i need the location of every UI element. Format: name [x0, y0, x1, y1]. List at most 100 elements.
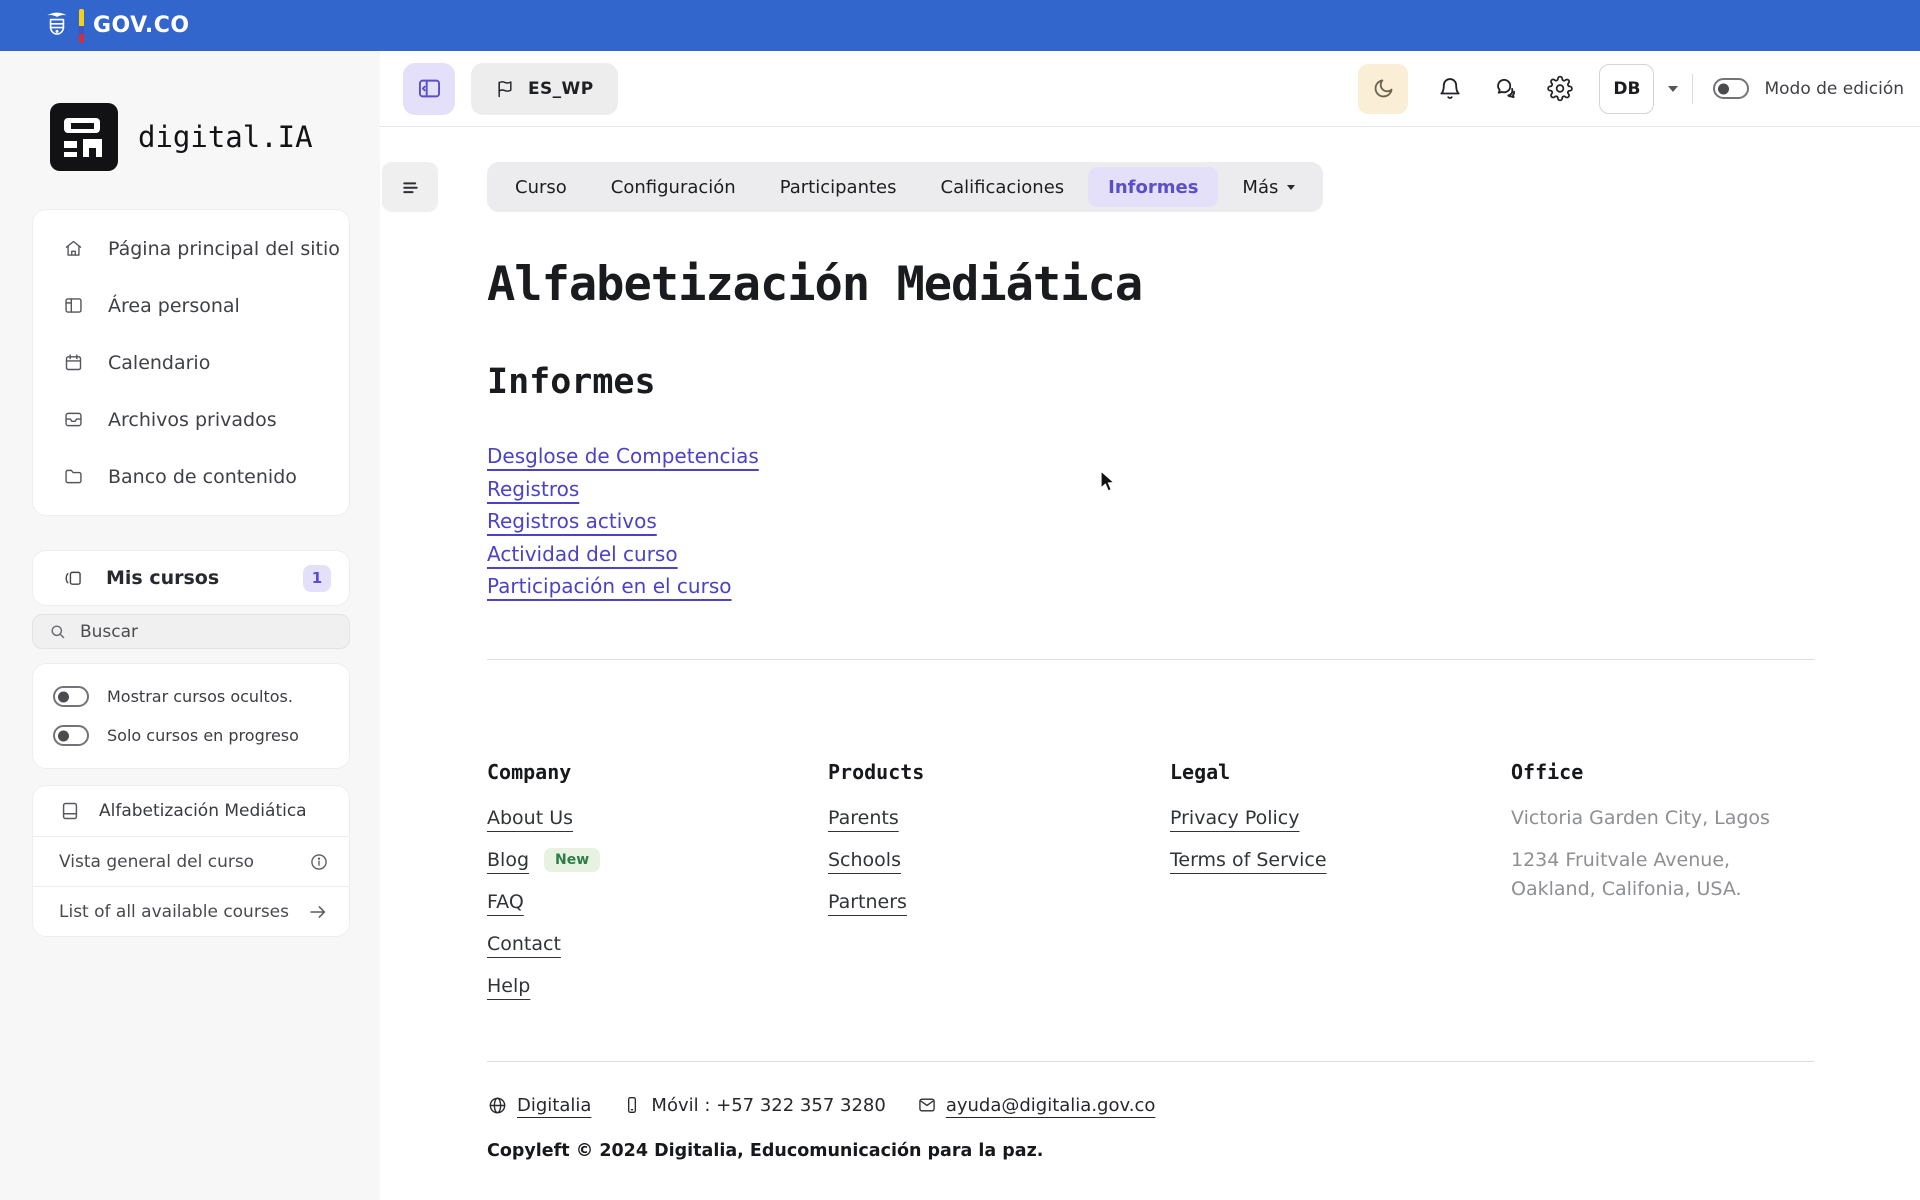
main-area: ES_WP DB Modo de edición Curso Configura…: [380, 51, 1920, 1200]
site-link[interactable]: Digitalia: [517, 1095, 591, 1116]
report-link-actividad[interactable]: Actividad del curso: [487, 538, 678, 571]
tab-mas[interactable]: Más: [1222, 167, 1315, 207]
my-courses-label: Mis cursos: [106, 567, 220, 589]
govco-crest-icon: [47, 12, 67, 35]
footer-divider: [487, 1060, 1814, 1062]
page-title: Alfabetización Mediática: [487, 257, 1143, 312]
course-filters: Mostrar cursos ocultos. Solo cursos en p…: [32, 663, 350, 769]
notifications-button[interactable]: [1437, 76, 1463, 102]
settings-button[interactable]: [1547, 75, 1574, 102]
colombia-flag-bar: [79, 8, 84, 43]
header-divider: [1692, 73, 1694, 104]
report-links: Desglose de Competencias Registros Regis…: [487, 440, 1814, 603]
footer-link-help[interactable]: Help: [487, 975, 530, 997]
footer-link-privacy[interactable]: Privacy Policy: [1170, 807, 1299, 829]
tab-calificaciones[interactable]: Calificaciones: [921, 167, 1085, 207]
footer-column-title: Legal: [1170, 759, 1231, 784]
course-search-input[interactable]: [80, 621, 335, 642]
messages-button[interactable]: [1492, 76, 1518, 102]
all-courses-link[interactable]: List of all available courses: [33, 886, 349, 936]
sidebar-nav: Página principal del sitio Área personal…: [32, 209, 350, 516]
gear-icon: [1547, 75, 1574, 102]
sidebar-item-label: Calendario: [108, 351, 211, 374]
language-button[interactable]: ES_WP: [471, 62, 618, 115]
footer-column-title: Company: [487, 759, 572, 784]
filter-show-hidden: Mostrar cursos ocultos.: [33, 677, 349, 716]
report-link-registros[interactable]: Registros: [487, 473, 579, 506]
course-search[interactable]: [32, 614, 350, 649]
folder-icon: [65, 469, 82, 484]
site-logo-text: digital.IA: [138, 120, 313, 154]
flag-icon: [498, 80, 512, 97]
sidebar-collapse-icon: [418, 79, 440, 98]
chat-icon: [1497, 78, 1516, 98]
sidebar-collapse-button[interactable]: [403, 62, 455, 115]
sidebar: digital.IA Página principal del sitio Ár…: [0, 51, 380, 1200]
course-item[interactable]: Alfabetización Mediática: [33, 786, 349, 836]
report-link-registros-activos[interactable]: Registros activos: [487, 505, 657, 538]
footer-link-about[interactable]: About Us: [487, 807, 573, 829]
new-badge: New: [544, 847, 601, 872]
course-item-label: Alfabetización Mediática: [99, 801, 307, 821]
footer-link-faq[interactable]: FAQ: [487, 891, 524, 913]
my-courses-count-badge: 1: [303, 564, 331, 592]
user-menu-caret-icon[interactable]: [1668, 85, 1679, 92]
phone-contact: Móvil : +57 322 357 3280: [622, 1094, 886, 1116]
footer-link-parents[interactable]: Parents: [828, 807, 899, 829]
sidebar-item-calendar[interactable]: Calendario: [33, 334, 349, 391]
digitalia-logo-icon: [50, 103, 118, 171]
tab-mas-label: Más: [1242, 176, 1279, 198]
in-progress-toggle[interactable]: [53, 725, 89, 746]
list-icon: [402, 181, 418, 193]
edit-mode-control: Modo de edición: [1713, 78, 1904, 99]
edit-mode-toggle[interactable]: [1713, 78, 1750, 99]
user-avatar[interactable]: DB: [1599, 63, 1655, 114]
tab-participantes[interactable]: Participantes: [760, 167, 917, 207]
sidebar-item-content-bank[interactable]: Banco de contenido: [33, 448, 349, 505]
sidebar-item-home[interactable]: Página principal del sitio: [33, 220, 349, 277]
footer-column-title: Office: [1511, 759, 1584, 784]
filter-label: Solo cursos en progreso: [107, 726, 299, 745]
office-address-line: Victoria Garden City, Lagos: [1511, 806, 1770, 829]
course-index-button[interactable]: [382, 162, 438, 212]
main-header: ES_WP DB Modo de edición: [380, 51, 1920, 127]
tab-informes[interactable]: Informes: [1088, 167, 1219, 207]
sidebar-item-label: Banco de contenido: [108, 465, 297, 488]
phone-number: Móvil : +57 322 357 3280: [651, 1094, 886, 1116]
section-title: Informes: [487, 362, 656, 402]
sidebar-item-dashboard[interactable]: Área personal: [33, 277, 349, 334]
tab-curso[interactable]: Curso: [495, 167, 587, 207]
footer-link-partners[interactable]: Partners: [828, 891, 907, 913]
site-logo[interactable]: digital.IA: [50, 103, 380, 171]
sidebar-item-private-files[interactable]: Archivos privados: [33, 391, 349, 448]
footer-link-blog[interactable]: Blog: [487, 849, 529, 871]
report-link-participacion[interactable]: Participación en el curso: [487, 570, 731, 603]
footer-office-column: Office Victoria Garden City, Lagos 1234 …: [1511, 760, 1814, 1014]
dark-mode-button[interactable]: [1358, 63, 1409, 114]
footer-link-schools[interactable]: Schools: [828, 849, 901, 871]
info-icon: [311, 853, 327, 870]
email-link[interactable]: ayuda@digitalia.gov.co: [946, 1095, 1156, 1116]
gov-topbar: GOV.CO: [0, 0, 1920, 51]
course-overview-link[interactable]: Vista general del curso: [33, 836, 349, 886]
dashboard-icon: [65, 298, 82, 313]
course-list: Alfabetización Mediática Vista general d…: [32, 785, 350, 937]
dropdown-caret-icon: [1287, 184, 1296, 190]
show-hidden-toggle[interactable]: [53, 686, 89, 707]
bell-icon: [1440, 78, 1461, 100]
footer-link-contact[interactable]: Contact: [487, 933, 561, 955]
globe-icon: [489, 1097, 506, 1114]
tab-configuracion[interactable]: Configuración: [591, 167, 756, 207]
report-link-competencias[interactable]: Desglose de Competencias: [487, 440, 759, 473]
my-courses-header[interactable]: Mis cursos 1: [32, 550, 350, 606]
filter-in-progress: Solo cursos en progreso: [33, 716, 349, 755]
edit-mode-label: Modo de edición: [1764, 78, 1904, 99]
footer-column-title: Products: [828, 759, 925, 784]
content-divider: [487, 658, 1814, 660]
archive-icon: [65, 412, 82, 427]
page-content: Curso Configuración Participantes Califi…: [380, 127, 1920, 1200]
calendar-icon: [65, 354, 82, 371]
footer-contact-row: Digitalia Móvil : +57 322 357 3280 ayuda…: [487, 1095, 1814, 1116]
footer-link-terms[interactable]: Terms of Service: [1170, 849, 1327, 871]
govco-brand[interactable]: GOV.CO: [44, 8, 190, 43]
